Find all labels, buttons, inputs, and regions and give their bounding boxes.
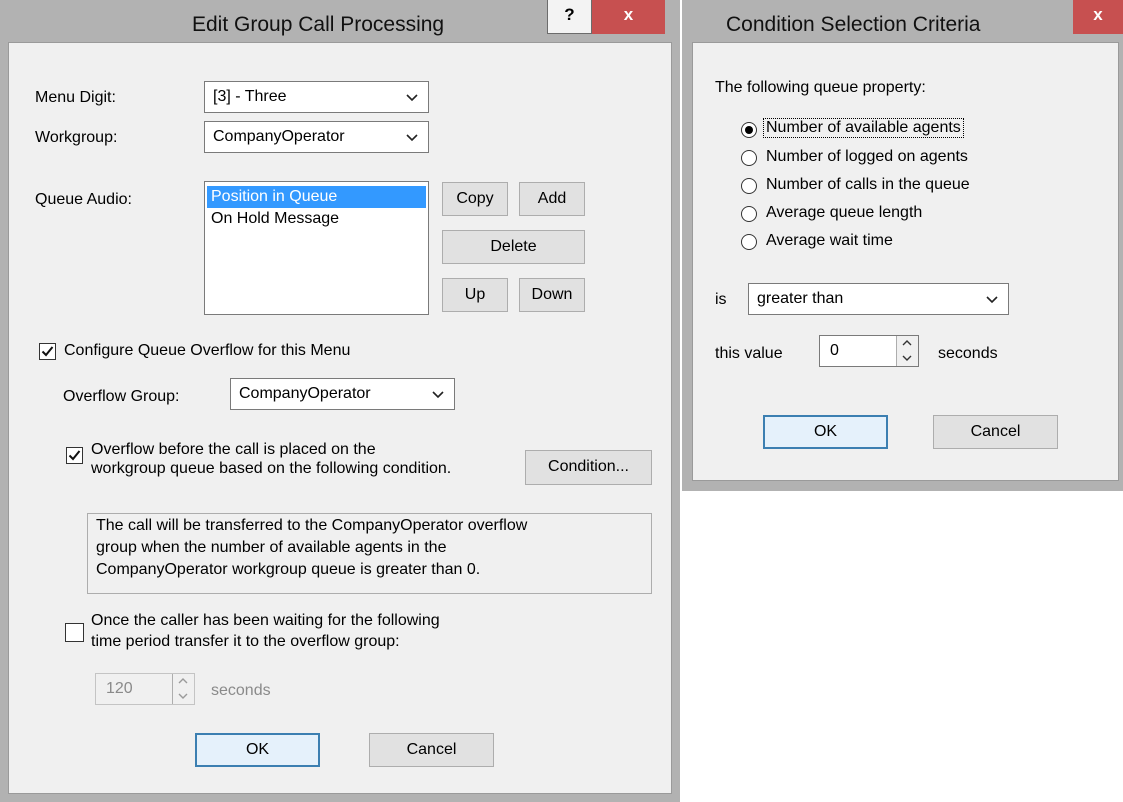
radio-logged-on-agents[interactable] (741, 150, 757, 166)
spin-up-icon[interactable] (896, 336, 918, 351)
overflow-before-line2: workgroup queue based on the following c… (91, 460, 452, 477)
help-button[interactable]: ? (547, 0, 592, 34)
workgroup-value: CompanyOperator (213, 128, 345, 145)
overflow-before-checkbox[interactable] (66, 447, 83, 464)
dialog-body: Menu Digit: [3] - Three Workgroup: Compa… (8, 42, 672, 794)
configure-overflow-label: Configure Queue Overflow for this Menu (64, 342, 351, 359)
waiting-time-spinner[interactable]: 120 (95, 673, 195, 705)
waiting-line2: time period transfer it to the overflow … (91, 633, 400, 650)
chevron-down-icon (406, 94, 418, 102)
radio-available-agents[interactable] (741, 122, 757, 138)
checkmark-icon (41, 346, 54, 357)
help-icon: ? (564, 5, 575, 24)
option-available-agents[interactable]: Number of available agents (763, 118, 964, 138)
overflow-before-line1: Overflow before the call is placed on th… (91, 441, 376, 458)
option-logged-on-agents[interactable]: Number of logged on agents (766, 148, 968, 166)
radio-average-queue-length[interactable] (741, 206, 757, 222)
list-item[interactable]: Position in Queue (207, 186, 426, 208)
dialog-body: The following queue property: Number of … (692, 42, 1119, 481)
comparison-value: greater than (757, 290, 844, 307)
condition-selection-dialog: Condition Selection Criteria x The follo… (682, 0, 1123, 491)
waiting-time-value: 120 (106, 680, 133, 697)
add-button[interactable]: Add (519, 182, 585, 216)
waiting-line1: Once the caller has been waiting for the… (91, 612, 440, 629)
summary-line1: The call will be transferred to the Comp… (96, 517, 528, 534)
dialog-title: Condition Selection Criteria (726, 13, 981, 36)
comparison-select[interactable]: greater than (748, 283, 1009, 315)
close-icon: x (1093, 5, 1103, 24)
overflow-group-value: CompanyOperator (239, 385, 371, 402)
up-button[interactable]: Up (442, 278, 508, 312)
checkmark-icon (68, 450, 81, 461)
summary-line2: group when the number of available agent… (96, 539, 447, 556)
value-unit: seconds (938, 345, 998, 362)
this-value-label: this value (715, 345, 783, 362)
cancel-button[interactable]: Cancel (933, 415, 1058, 449)
radio-average-wait-time[interactable] (741, 234, 757, 250)
edit-group-call-processing-dialog: Edit Group Call Processing ? x Menu Digi… (0, 0, 680, 802)
workgroup-select[interactable]: CompanyOperator (204, 121, 429, 153)
option-average-wait-time[interactable]: Average wait time (766, 232, 893, 250)
waiting-checkbox[interactable] (65, 623, 84, 642)
option-average-queue-length[interactable]: Average queue length (766, 204, 922, 222)
value-spinner[interactable]: 0 (819, 335, 919, 367)
property-label: The following queue property: (715, 79, 926, 96)
list-item[interactable]: On Hold Message (207, 208, 426, 230)
ok-button[interactable]: OK (763, 415, 888, 449)
title-bar[interactable]: Condition Selection Criteria x (682, 0, 1123, 42)
dialog-title: Edit Group Call Processing (192, 13, 445, 36)
workgroup-label: Workgroup: (35, 129, 118, 146)
ok-button[interactable]: OK (195, 733, 320, 767)
is-label: is (715, 291, 727, 308)
spin-down-icon[interactable] (172, 689, 194, 704)
close-button[interactable]: x (1073, 0, 1123, 34)
menu-digit-value: [3] - Three (213, 88, 287, 105)
title-bar[interactable]: Edit Group Call Processing ? x (0, 0, 680, 42)
summary-line3: CompanyOperator workgroup queue is great… (96, 561, 481, 578)
radio-selected-dot (745, 126, 753, 134)
chevron-down-icon (986, 296, 998, 304)
queue-audio-list[interactable]: Position in Queue On Hold Message (204, 181, 429, 315)
condition-summary-box: The call will be transferred to the Comp… (87, 513, 652, 594)
copy-button[interactable]: Copy (442, 182, 508, 216)
overflow-group-label: Overflow Group: (63, 388, 180, 405)
menu-digit-select[interactable]: [3] - Three (204, 81, 429, 113)
menu-digit-label: Menu Digit: (35, 89, 116, 106)
delete-button[interactable]: Delete (442, 230, 585, 264)
queue-audio-label: Queue Audio: (35, 191, 132, 208)
condition-button[interactable]: Condition... (525, 450, 652, 485)
spin-up-icon[interactable] (172, 674, 194, 689)
down-button[interactable]: Down (519, 278, 585, 312)
chevron-down-icon (432, 391, 444, 399)
spin-down-icon[interactable] (896, 351, 918, 366)
value-display: 0 (830, 342, 839, 359)
radio-calls-in-queue[interactable] (741, 178, 757, 194)
option-calls-in-queue[interactable]: Number of calls in the queue (766, 176, 970, 194)
configure-overflow-checkbox[interactable] (39, 343, 56, 360)
overflow-group-select[interactable]: CompanyOperator (230, 378, 455, 410)
waiting-unit: seconds (211, 682, 271, 699)
cancel-button[interactable]: Cancel (369, 733, 494, 767)
close-button[interactable]: x (592, 0, 665, 34)
close-icon: x (623, 5, 634, 24)
chevron-down-icon (406, 134, 418, 142)
